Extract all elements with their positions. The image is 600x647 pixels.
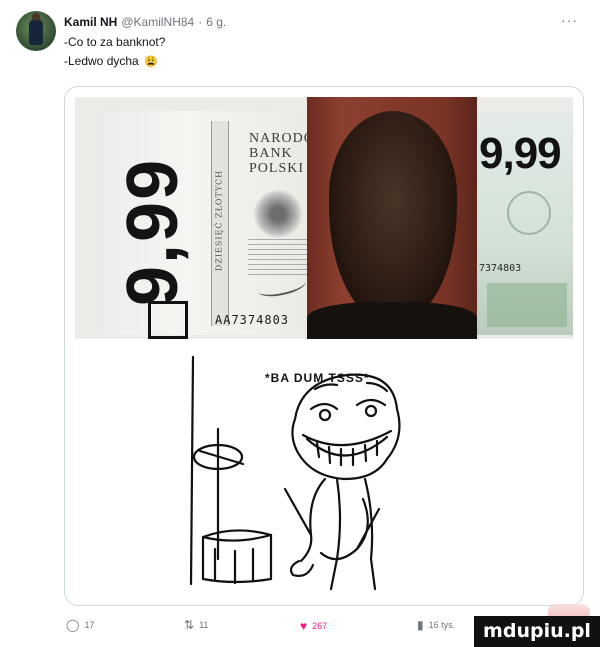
heart-icon: ♥ [300, 619, 308, 633]
banknote-portrait [307, 97, 477, 339]
like-button[interactable]: ♥ 267 [300, 619, 327, 633]
banknote-green-pattern [487, 283, 567, 327]
troll-arm-right [319, 497, 369, 561]
avatar[interactable] [16, 11, 56, 51]
troll-body [329, 477, 377, 591]
banknote-denomination-right: 9,99 [479, 129, 562, 178]
troll-face [291, 373, 401, 481]
troll-drummer-drawing [189, 355, 401, 591]
retweet-count: 11 [199, 620, 209, 630]
reply-button[interactable]: ◯ 17 [66, 619, 94, 631]
banknote-photo[interactable]: 9,99 DZIESIĘĆ ZŁOTYCH NARODOW BANK POLSK… [75, 97, 573, 339]
tweet-media[interactable]: 9,99 DZIESIĘĆ ZŁOTYCH NARODOW BANK POLSK… [64, 86, 584, 606]
author-handle[interactable]: @KamilNH84 [121, 15, 194, 29]
banknote-left: 9,99 DZIESIĘĆ ZŁOTYCH NARODOW BANK POLSK… [103, 111, 328, 339]
views-button[interactable]: ▮ 16 tys. [417, 619, 455, 631]
watermark-circle-icon [507, 191, 551, 235]
banknote-square-mark [148, 301, 188, 339]
tweet-text-line-2: -Ledwo dycha 😩 [64, 54, 158, 68]
banknote-strip: DZIESIĘĆ ZŁOTYCH [211, 121, 229, 326]
serial-number-left: AA7374803 [215, 313, 290, 327]
retweet-button[interactable]: ⇅ 11 [184, 619, 208, 631]
troll-arm-left [299, 477, 327, 563]
weary-face-emoji: 😩 [144, 56, 158, 68]
banknote-strip-text: DZIESIĘĆ ZŁOTYCH [214, 169, 224, 272]
eagle-emblem-icon [253, 189, 303, 239]
views-bar-chart-icon: ▮ [417, 618, 424, 632]
reply-icon: ◯ [66, 618, 80, 632]
site-watermark: mdupiu.pl [474, 616, 600, 647]
rimshot-meme[interactable]: *BA DUM TSSS* [75, 339, 573, 595]
more-options-icon[interactable]: ··· [561, 12, 578, 28]
retweet-icon: ⇅ [184, 618, 195, 632]
like-count: 267 [312, 621, 328, 631]
banknote-small-print [248, 239, 310, 279]
tweet-text-line-2-text: -Ledwo dycha [64, 54, 139, 68]
author-name[interactable]: Kamil NH [64, 15, 117, 29]
timestamp[interactable]: 6 g. [206, 15, 226, 29]
banknote-denomination-left: 9,99 [113, 157, 193, 306]
views-count: 16 tys. [428, 620, 456, 630]
wall-line [189, 355, 195, 586]
serial-number-right: 7374803 [479, 263, 522, 274]
reply-count: 17 [84, 620, 95, 630]
portrait-shoulders [307, 302, 477, 339]
tweet-header: Kamil NH @KamilNH84 · 6 g. [64, 15, 226, 29]
banknote-right: 9,99 7374803 [477, 111, 573, 335]
separator: · [198, 15, 203, 29]
portrait-face [329, 111, 457, 321]
tweet-text-line-1: -Co to za banknot? [64, 35, 166, 49]
